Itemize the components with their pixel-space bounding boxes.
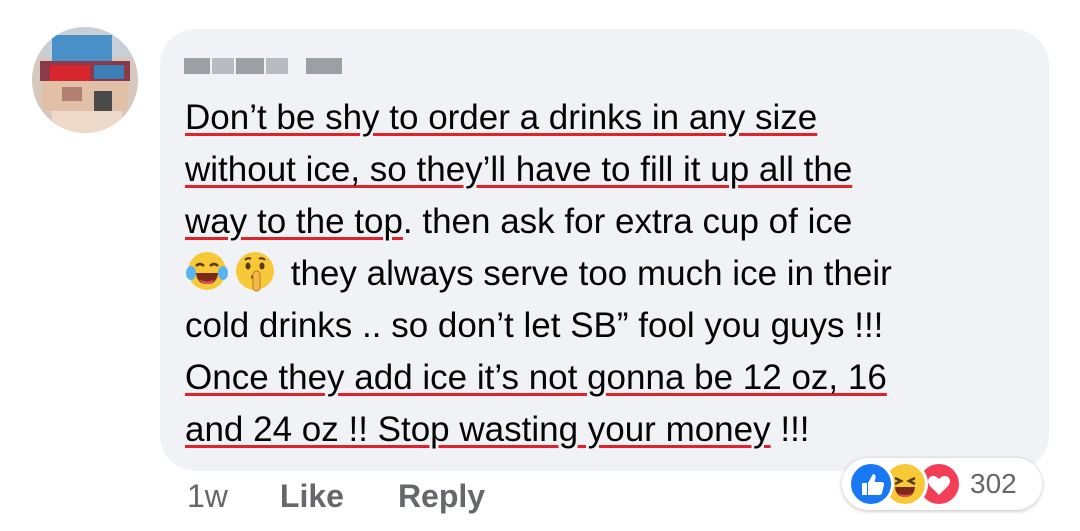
comment-line: Once they add ice it’s not gonna be 12 o…	[185, 352, 1035, 404]
reactions-summary[interactable]: 302	[842, 458, 1042, 510]
avatar[interactable]	[32, 27, 138, 133]
plain-text: cold drinks .. so don’t let SB” fool you…	[185, 306, 884, 345]
comment-line: without ice, so they’ll have to fill it …	[185, 144, 1035, 196]
avatar-pixel	[52, 35, 112, 61]
like-icon	[848, 461, 894, 507]
underlined-text: and 24 oz !! Stop wasting your money	[185, 410, 771, 449]
laughing-crying-emoji	[186, 252, 228, 290]
author-name[interactable]	[184, 54, 344, 78]
avatar-pixel	[50, 65, 90, 81]
comment-line: cold drinks .. so don’t let SB” fool you…	[185, 300, 1035, 352]
comment-text: Don’t be shy to order a drinks in any si…	[185, 92, 1035, 456]
plain-text: !!!	[770, 410, 810, 449]
author-redaction	[236, 58, 264, 74]
avatar-pixel	[42, 81, 128, 111]
author-redaction	[212, 58, 234, 74]
comment-line: they always serve too much ice in their	[185, 248, 1035, 300]
reply-button[interactable]: Reply	[398, 478, 485, 515]
author-redaction	[306, 58, 342, 74]
comment-line: way to the top. then ask for extra cup o…	[185, 196, 1035, 248]
like-button[interactable]: Like	[280, 478, 344, 515]
author-redaction	[184, 58, 210, 74]
underlined-text: way to the top	[185, 202, 403, 241]
comment-line: Don’t be shy to order a drinks in any si…	[185, 92, 1035, 144]
plain-text: . then ask for extra cup of ice	[402, 202, 853, 241]
underlined-text: Once they add ice it’s not gonna be 12 o…	[185, 358, 887, 397]
comment-timestamp[interactable]: 1w	[187, 478, 228, 515]
shushing-face-emoji	[236, 252, 274, 292]
underlined-text: without ice, so they’ll have to fill it …	[185, 150, 853, 189]
comment-actions: 1w Like Reply	[187, 478, 539, 515]
underlined-text: Don’t be shy to order a drinks in any si…	[185, 98, 818, 137]
avatar-pixel	[62, 87, 82, 101]
reaction-count: 302	[970, 468, 1017, 499]
author-redaction	[266, 58, 288, 74]
avatar-pixel	[52, 111, 122, 133]
comment-line: and 24 oz !! Stop wasting your money !!!	[185, 404, 1035, 456]
avatar-pixel	[94, 65, 124, 79]
plain-text: they always serve too much ice in their	[281, 254, 892, 293]
